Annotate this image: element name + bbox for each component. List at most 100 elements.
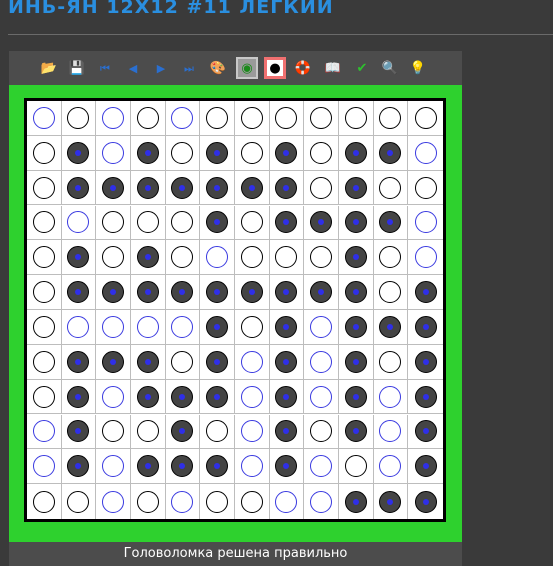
board-cell[interactable] (61, 379, 97, 415)
board-cell[interactable] (61, 101, 97, 136)
board-cell[interactable] (165, 310, 201, 345)
board-cell[interactable] (373, 379, 409, 415)
board-cell[interactable] (408, 101, 443, 136)
board-cell[interactable] (131, 135, 166, 171)
board-cell[interactable] (408, 380, 443, 415)
board-cell[interactable] (339, 484, 374, 519)
board-cell[interactable] (61, 135, 97, 171)
board-cell[interactable] (235, 379, 270, 415)
board-cell[interactable] (373, 414, 409, 450)
board-cell[interactable] (96, 275, 131, 310)
board-cell[interactable] (27, 135, 62, 171)
board-cell[interactable] (165, 449, 201, 485)
board-cell[interactable] (304, 449, 339, 485)
board-cell[interactable] (235, 275, 270, 310)
board-cell[interactable] (200, 310, 235, 345)
board-cell[interactable] (96, 449, 131, 485)
check-button[interactable]: ✔ (351, 57, 373, 79)
board-cell[interactable] (200, 135, 235, 171)
board-cell[interactable] (131, 484, 166, 519)
board-cell[interactable] (165, 135, 201, 171)
board-cell[interactable] (27, 379, 62, 415)
board-cell[interactable] (339, 449, 374, 485)
board-cell[interactable] (269, 135, 305, 171)
board-cell[interactable] (373, 240, 409, 276)
board-cell[interactable] (131, 170, 166, 206)
board-cell[interactable] (62, 484, 97, 519)
board-cell[interactable] (408, 275, 443, 310)
prev-button[interactable]: ◀ (122, 57, 144, 79)
board-cell[interactable] (200, 379, 235, 415)
board-cell[interactable] (408, 449, 443, 485)
board-cell[interactable] (96, 240, 131, 276)
board-cell[interactable] (200, 275, 235, 310)
board-cell[interactable] (339, 379, 374, 415)
board-cell[interactable] (304, 205, 339, 241)
board-cell[interactable] (165, 240, 201, 276)
board-cell[interactable] (200, 170, 235, 206)
board-cell[interactable] (339, 101, 374, 136)
board-cell[interactable] (339, 240, 374, 276)
board-cell[interactable] (270, 484, 305, 519)
board-cell[interactable] (27, 344, 62, 380)
board-cell[interactable] (304, 484, 339, 519)
board-cell[interactable] (27, 484, 62, 519)
board-cell[interactable] (304, 170, 339, 206)
zoom-button[interactable]: 🔍 (379, 57, 401, 79)
board-cell[interactable] (339, 310, 374, 345)
board-cell[interactable] (61, 449, 97, 485)
board-cell[interactable] (304, 310, 339, 345)
board-cell[interactable] (269, 240, 305, 276)
board-cell[interactable] (269, 414, 305, 450)
black-stone-tool-button[interactable]: ● (264, 57, 286, 79)
board-cell[interactable] (373, 275, 409, 310)
board-cell[interactable] (96, 379, 131, 415)
board-cell[interactable] (200, 240, 235, 276)
white-stone-tool-button[interactable]: ◉ (236, 57, 258, 79)
board-cell[interactable] (96, 135, 131, 171)
board-cell[interactable] (165, 170, 201, 206)
board-cell[interactable] (408, 136, 443, 171)
board-cell[interactable] (304, 240, 339, 276)
board-cell[interactable] (61, 170, 97, 206)
board-cell[interactable] (304, 414, 339, 450)
board-cell[interactable] (61, 414, 97, 450)
board-cell[interactable] (200, 484, 235, 519)
board-cell[interactable] (200, 449, 235, 485)
board-cell[interactable] (96, 170, 131, 206)
board-cell[interactable] (235, 135, 270, 171)
board-cell[interactable] (408, 345, 443, 380)
board-cell[interactable] (96, 310, 131, 345)
board-cell[interactable] (165, 101, 201, 136)
board-cell[interactable] (304, 101, 339, 136)
first-button[interactable]: ⏮ (94, 57, 116, 79)
board-cell[interactable] (408, 240, 443, 276)
board-cell[interactable] (339, 170, 374, 206)
board-cell[interactable] (165, 379, 201, 415)
board-cell[interactable] (61, 240, 97, 276)
board-cell[interactable] (27, 170, 62, 206)
board-cell[interactable] (27, 205, 62, 241)
board-cell[interactable] (235, 414, 270, 450)
board-cell[interactable] (131, 379, 166, 415)
board-cell[interactable] (235, 240, 270, 276)
board-cell[interactable] (304, 275, 339, 310)
board-cell[interactable] (235, 310, 270, 345)
board-cell[interactable] (165, 275, 201, 310)
rules-book-button[interactable]: 📖 (322, 57, 344, 79)
board-cell[interactable] (339, 344, 374, 380)
hint-button[interactable]: 💡 (407, 57, 429, 79)
board-cell[interactable] (408, 310, 443, 345)
save-button[interactable]: 💾 (66, 57, 88, 79)
board-cell[interactable] (61, 344, 97, 380)
board-cell[interactable] (131, 449, 166, 485)
board-cell[interactable] (235, 170, 270, 206)
board-cell[interactable] (27, 449, 62, 485)
open-button[interactable]: 📂 (38, 57, 60, 79)
board-cell[interactable] (235, 484, 270, 519)
palette-button[interactable]: 🎨 (207, 57, 229, 79)
board-cell[interactable] (408, 171, 443, 206)
board-cell[interactable] (61, 275, 97, 310)
board-cell[interactable] (235, 344, 270, 380)
board-cell[interactable] (373, 170, 409, 206)
